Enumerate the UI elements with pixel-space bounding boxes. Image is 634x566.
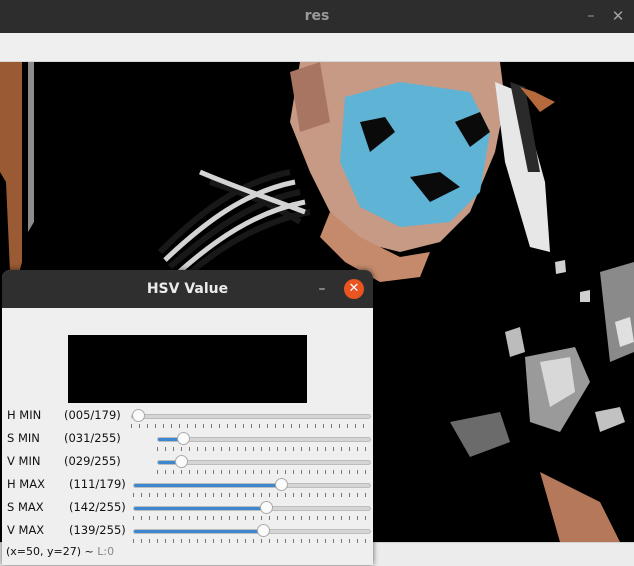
trackbar-handle[interactable] xyxy=(177,432,191,445)
trackbar-value: (111/179) xyxy=(69,477,126,491)
trackbar-value: (005/179) xyxy=(64,408,121,422)
trackbar-handle[interactable] xyxy=(259,501,273,514)
res-toolbar xyxy=(0,33,634,62)
trackbar-ticks xyxy=(157,470,371,474)
trackbar-value: (031/255) xyxy=(64,431,121,445)
trackbar-label: S MAX xyxy=(7,500,44,514)
trackbar-handle[interactable] xyxy=(131,409,145,422)
trackbar-slider[interactable] xyxy=(131,414,371,419)
trackbar-label: H MAX xyxy=(7,477,45,491)
trackbar-ticks xyxy=(133,493,371,497)
trackbar-row: H MIN (005/179) xyxy=(2,406,373,429)
minimize-icon[interactable]: – xyxy=(313,279,331,299)
trackbar-ticks xyxy=(131,424,371,428)
trackbar-handle[interactable] xyxy=(256,524,270,537)
trackbar-fill xyxy=(134,484,282,487)
trackbar-value: (029/255) xyxy=(64,454,121,468)
trackbar-fill xyxy=(134,530,264,533)
trackbar-slider[interactable] xyxy=(133,506,371,511)
trackbar-slider[interactable] xyxy=(133,529,371,534)
cursor-coordinates: (x=50, y=27) ~ xyxy=(6,545,94,558)
trackbar-slider[interactable] xyxy=(133,483,371,488)
level-readout: L:0 xyxy=(97,545,115,558)
minimize-icon[interactable]: – xyxy=(582,6,600,26)
trackbar-slider[interactable] xyxy=(157,460,371,465)
close-icon[interactable]: ✕ xyxy=(608,6,628,26)
trackbar-ticks xyxy=(157,447,371,451)
hsv-preview-image xyxy=(68,335,307,403)
trackbar-row: H MAX (111/179) xyxy=(2,475,373,498)
trackbar-label: V MAX xyxy=(7,523,45,537)
trackbar-row: V MIN (029/255) xyxy=(2,452,373,475)
res-window-title: res xyxy=(304,8,330,24)
trackbar-label: H MIN xyxy=(7,408,42,422)
hsv-status-bar: (x=50, y=27) ~ L:0 xyxy=(6,545,114,558)
trackbar-row: S MIN (031/255) xyxy=(2,429,373,452)
trackbar-value: (139/255) xyxy=(69,523,126,537)
hsv-value-window: HSV Value – ✕ H MIN (005/179) S MIN (031/25… xyxy=(2,270,373,565)
trackbar-ticks xyxy=(133,539,371,543)
trackbar-handle[interactable] xyxy=(175,455,189,468)
trackbar-row: V MAX (139/255) xyxy=(2,521,373,544)
trackbar-value: (142/255) xyxy=(69,500,126,514)
trackbar-label: V MIN xyxy=(7,454,41,468)
trackbar-ticks xyxy=(133,516,371,520)
trackbar-handle[interactable] xyxy=(274,478,288,491)
close-icon[interactable]: ✕ xyxy=(344,279,364,299)
trackbar-fill xyxy=(134,507,267,510)
trackbar-label: S MIN xyxy=(7,431,40,445)
trackbar-row: S MAX (142/255) xyxy=(2,498,373,521)
hsv-titlebar[interactable]: HSV Value – ✕ xyxy=(2,270,373,308)
res-titlebar[interactable]: res – ✕ xyxy=(0,0,634,33)
